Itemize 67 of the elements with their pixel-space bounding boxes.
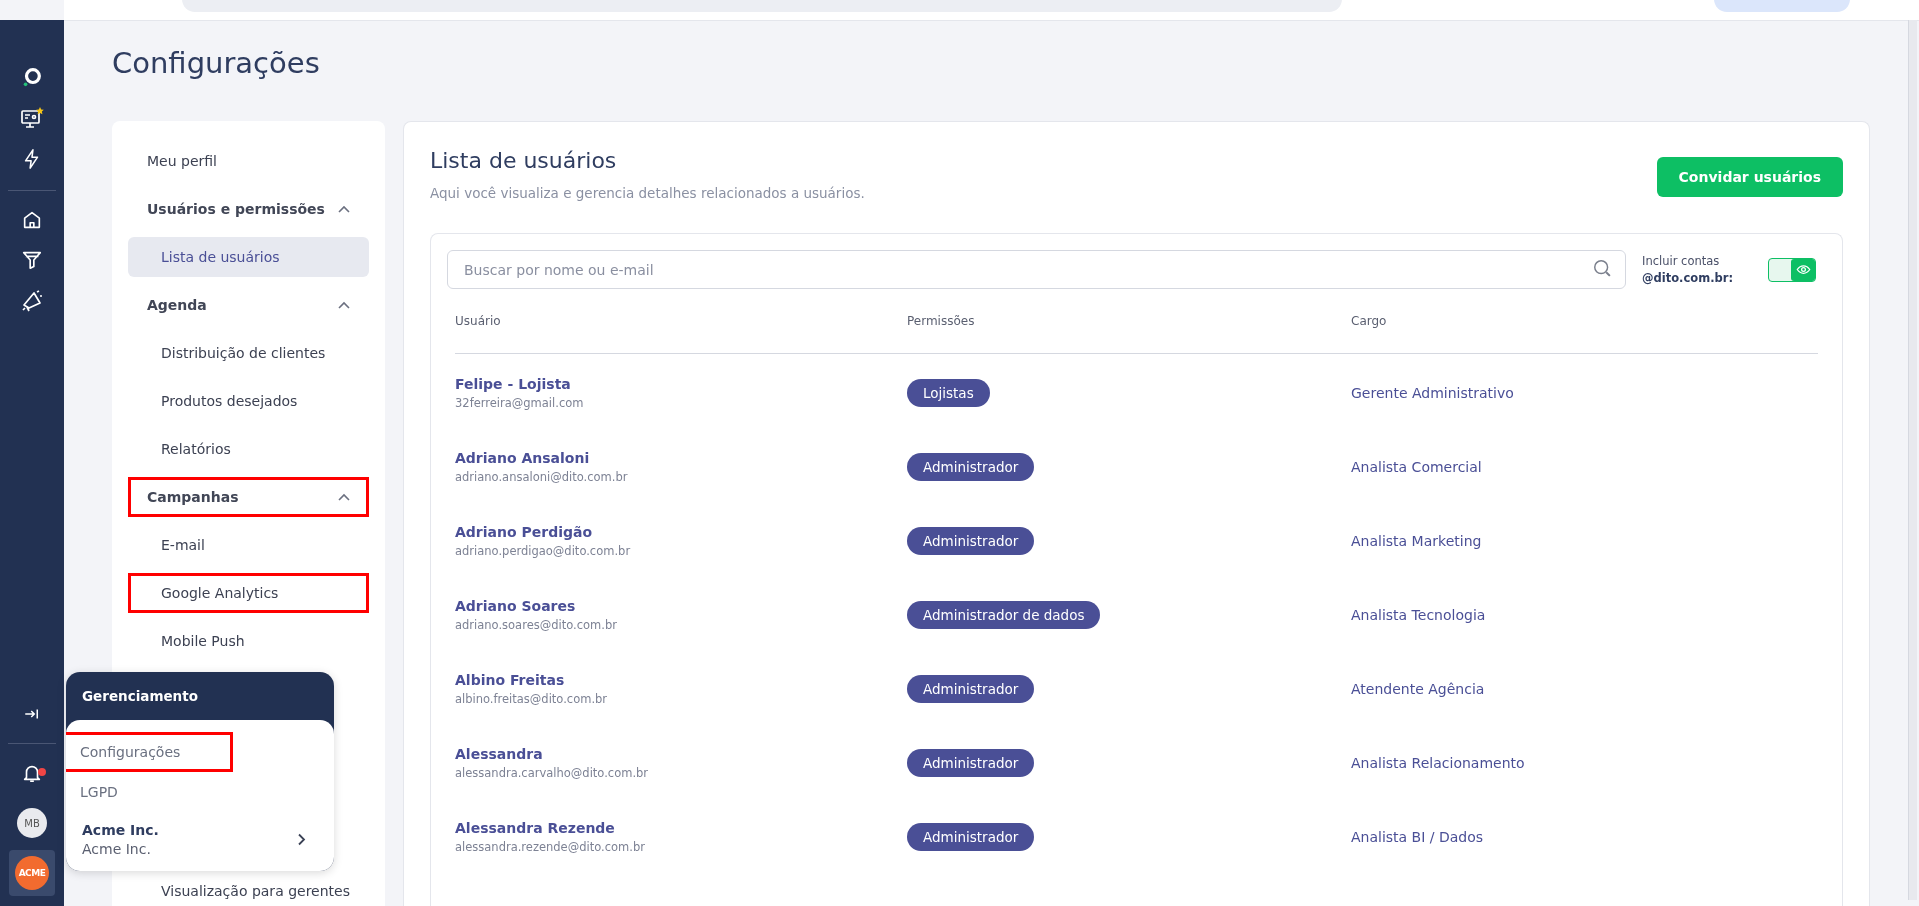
column-header: Usuário	[455, 314, 502, 328]
account-name: Acme Inc.	[82, 822, 159, 838]
menu-item[interactable]: Lista de usuários	[128, 237, 369, 277]
menu-section[interactable]: Usuários e permissões	[128, 189, 369, 229]
chevron-right-icon[interactable]	[298, 833, 306, 846]
toggle-domain: @dito.com.br:	[1642, 269, 1734, 287]
menu-section[interactable]: Agenda	[128, 285, 369, 325]
presentation-icon[interactable]	[20, 106, 44, 130]
user-email: adriano.ansaloni@dito.com.br	[455, 470, 629, 484]
user-email: adriano.perdigao@dito.com.br	[455, 544, 632, 558]
menu-item[interactable]: Visualização para gerentes	[128, 876, 369, 906]
toggle-switch[interactable]	[1768, 257, 1816, 282]
user-email: adriano.soares@dito.com.br	[455, 618, 618, 632]
role-text: Atendente Agência	[1351, 681, 1486, 697]
permission-tag: Lojistas	[907, 379, 990, 407]
user-name[interactable]: Alessandra	[455, 746, 907, 762]
section-description: Aqui você visualiza e gerencia detalhes relacionados a usuários.	[430, 185, 865, 201]
megaphone-icon[interactable]	[20, 289, 44, 313]
chevron-icon	[338, 493, 350, 501]
filter-icon[interactable]	[21, 249, 43, 271]
menu-item[interactable]: E-mail	[128, 525, 369, 565]
user-email: albino.freitas@dito.com.br	[455, 692, 609, 706]
menu-item[interactable]: Mobile Push	[128, 621, 369, 661]
toggle-label: Incluir contas	[1642, 252, 1721, 270]
search-field[interactable]: Buscar por nome ou e-mail	[447, 250, 1626, 289]
permission-tag: Administrador	[907, 749, 1035, 777]
popup-menu-item[interactable]: Configurações	[66, 732, 233, 772]
user-name[interactable]: Adriano Ansaloni	[455, 450, 907, 466]
role-text: Analista Relacionamento	[1351, 755, 1526, 771]
column-header: Cargo	[1351, 314, 1388, 328]
role-text: Gerente Administrativo	[1351, 385, 1515, 401]
permission-tag: Administrador	[907, 453, 1035, 481]
popup-menu-item[interactable]: LGPD	[66, 772, 233, 812]
user-avatar[interactable]: MB	[17, 808, 47, 838]
page-title: Configurações	[112, 45, 321, 82]
eye-icon	[1795, 262, 1811, 277]
user-name[interactable]: Alessandra Rezende	[455, 820, 907, 836]
menu-item[interactable]: Produtos desejados	[128, 381, 369, 421]
popup-title: Gerenciamento	[82, 688, 198, 704]
menu-item[interactable]: Distribuição de clientes	[128, 333, 369, 373]
permission-tag: Administrador	[907, 527, 1035, 555]
role-text: Analista Tecnologia	[1351, 607, 1487, 623]
role-text: Analista Comercial	[1351, 459, 1483, 475]
user-email: alessandra.rezende@dito.com.br	[455, 840, 646, 854]
user-name[interactable]: Adriano Perdigão	[455, 524, 907, 540]
toggle-thumb[interactable]	[1791, 258, 1815, 281]
user-name[interactable]: Felipe - Lojista	[455, 376, 907, 392]
menu-item[interactable]: Google Analytics	[128, 573, 369, 613]
permission-tag: Administrador	[907, 823, 1035, 851]
logo-icon[interactable]	[21, 66, 43, 88]
menu-item[interactable]: Relatórios	[128, 429, 369, 469]
role-text: Analista BI / Dados	[1351, 829, 1485, 845]
role-text: Analista Marketing	[1351, 533, 1483, 549]
column-header: Permissões	[907, 314, 976, 328]
menu-section[interactable]: Campanhas	[128, 477, 369, 517]
menu-item[interactable]: Meu perfil	[128, 141, 369, 181]
user-name[interactable]: Adriano Soares	[455, 598, 907, 614]
section-title: Lista de usuários	[430, 148, 618, 173]
chevron-icon	[338, 301, 350, 309]
user-email: 32ferreira@gmail.com	[455, 396, 585, 410]
user-name[interactable]: Albino Freitas	[455, 672, 907, 688]
chevron-icon	[338, 205, 350, 213]
user-email: alessandra.carvalho@dito.com.br	[455, 766, 650, 780]
permission-tag: Administrador	[907, 675, 1035, 703]
home-icon[interactable]	[21, 209, 43, 231]
permission-tag: Administrador de dados	[907, 601, 1101, 629]
account-subtitle: Acme Inc.	[82, 841, 152, 857]
